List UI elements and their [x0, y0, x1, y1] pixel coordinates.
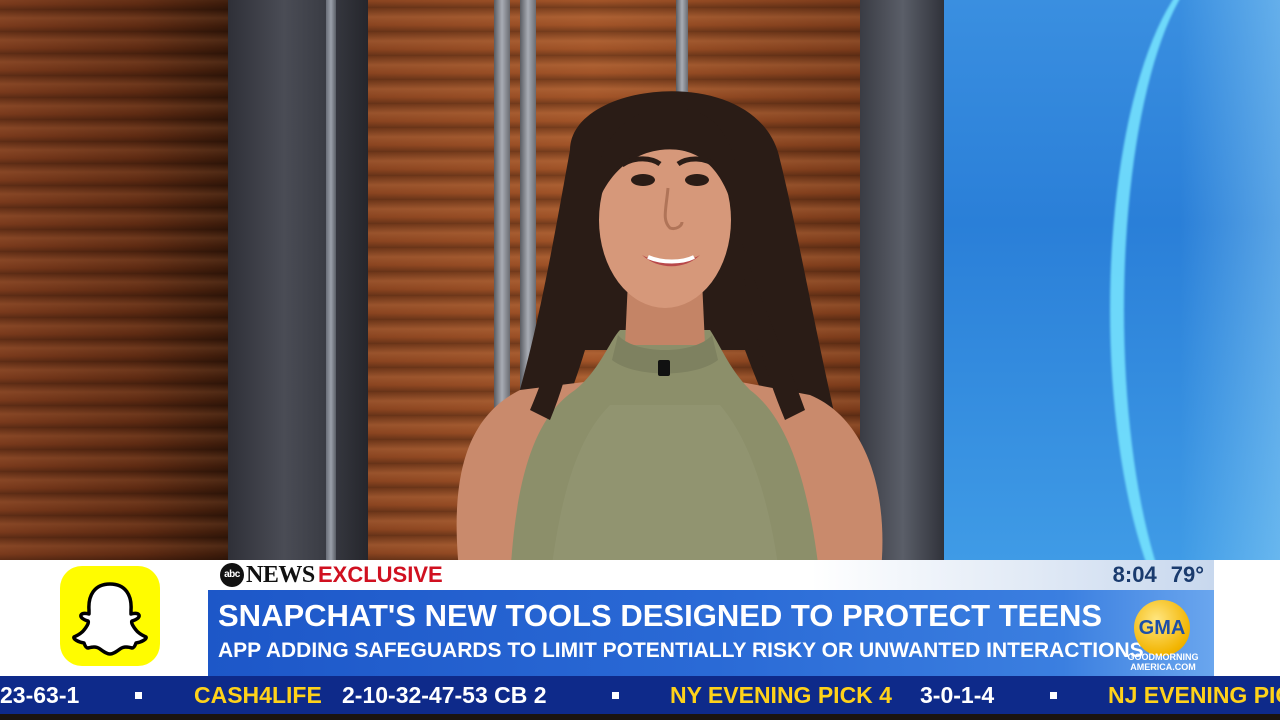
news-anchor [456, 91, 883, 580]
studio-pillar-left [228, 0, 368, 560]
ticker-item: 2-10-32-47-53 CB 2 [342, 682, 547, 708]
lower-third-banner: abc NEWS EXCLUSIVE 8:04 79° SNAPCHAT'S NE… [0, 560, 1280, 676]
ticker-item: NY EVENING PICK 4 [670, 682, 892, 708]
story-logo-panel [0, 560, 208, 676]
gma-logo: GMA [1134, 600, 1190, 656]
abc-logo: abc [220, 563, 244, 587]
temperature: 79° [1170, 562, 1204, 587]
headline: SNAPCHAT'S NEW TOOLS DESIGNED TO PROTECT… [218, 598, 1103, 633]
snapchat-logo [60, 566, 160, 666]
snapchat-ghost-icon [72, 582, 148, 656]
broadcast-frame: abc NEWS EXCLUSIVE 8:04 79° SNAPCHAT'S NE… [0, 0, 1280, 720]
ticker-separator [612, 692, 619, 699]
ticker-item: NJ EVENING PICK [1108, 682, 1280, 708]
ticker-item: 23-63-1 [0, 682, 80, 708]
network-header-strip: abc NEWS EXCLUSIVE 8:04 79° [208, 560, 1214, 590]
time-temperature: 8:04 79° [1099, 562, 1204, 588]
lottery-ticker: 23-63-1 CASH4LIFE 2-10-32-47-53 CB 2 NY … [0, 676, 1280, 714]
gma-logo-bug: GMA GOODMORNING AMERICA.COM [1118, 594, 1208, 674]
lapel-mic [658, 360, 670, 376]
ticker-separator [135, 692, 142, 699]
exclusive-tag: EXCLUSIVE [318, 562, 443, 587]
clock-time: 8:04 [1112, 562, 1157, 587]
ticker-item: 3-0-1-4 [920, 682, 995, 708]
headline-block: SNAPCHAT'S NEW TOOLS DESIGNED TO PROTECT… [208, 590, 1214, 676]
wood-wall-left [0, 0, 230, 560]
gma-website: GOODMORNING AMERICA.COM [1127, 652, 1199, 672]
ticker-item: CASH4LIFE [194, 682, 322, 708]
network-name: NEWS [246, 562, 315, 588]
subheadline: APP ADDING SAFEGUARDS TO LIMIT POTENTIAL… [218, 639, 1144, 662]
ticker-separator [1050, 692, 1057, 699]
frame-bottom-edge [0, 714, 1280, 720]
